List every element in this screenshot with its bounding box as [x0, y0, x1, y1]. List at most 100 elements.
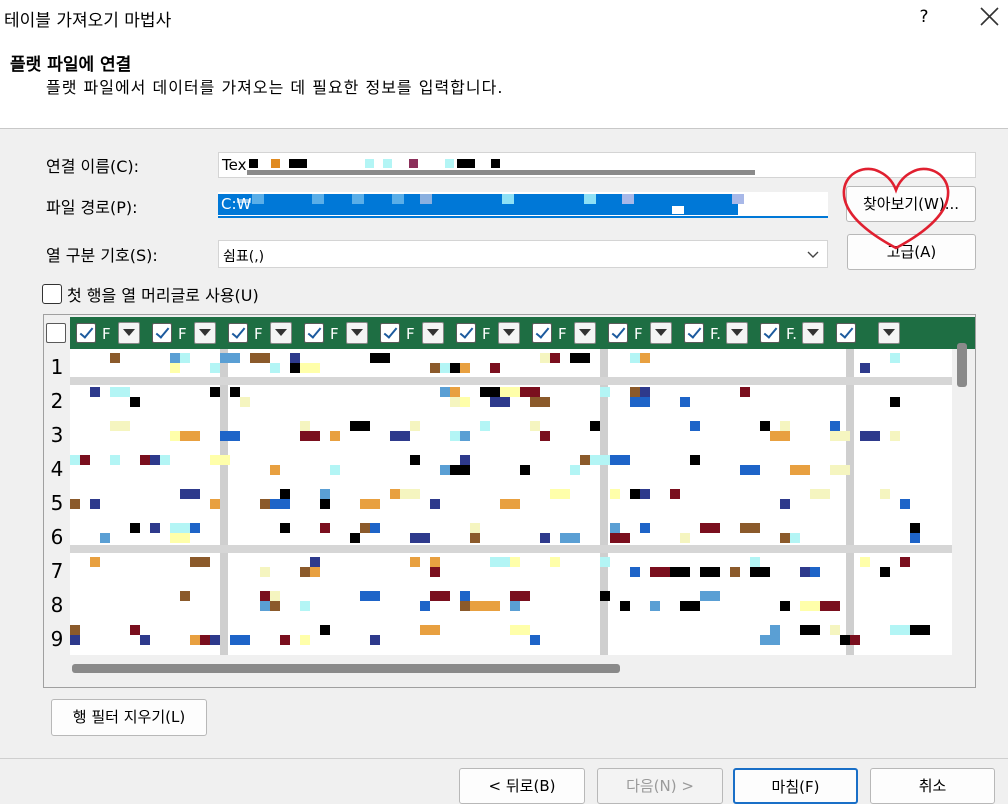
column-header[interactable]: F	[148, 319, 220, 347]
help-button[interactable]: ?	[912, 4, 936, 30]
redacted-cell-pixel	[420, 601, 430, 611]
finish-button[interactable]: 마침(F)	[733, 768, 858, 804]
column-include-checkbox[interactable]	[836, 323, 856, 343]
clear-row-filter-button[interactable]: 행 필터 지우기(L)	[51, 699, 207, 736]
column-header[interactable]: F	[300, 319, 372, 347]
redacted-cell-pixel	[700, 591, 720, 601]
column-filter-dropdown[interactable]	[194, 322, 216, 344]
redacted-cell-pixel	[360, 523, 370, 533]
redacted-cell-pixel	[230, 635, 250, 645]
column-filter-dropdown[interactable]	[650, 322, 672, 344]
vertical-scrollbar[interactable]	[957, 343, 967, 387]
redacted-cell-pixel	[170, 431, 180, 441]
column-header[interactable]	[832, 319, 904, 347]
redacted-cell-pixel	[540, 533, 550, 543]
redacted-cell-pixel	[630, 489, 640, 499]
redacted-cell-pixel	[250, 353, 270, 363]
data-preview-grid[interactable]: F F F F F F F F F. F. 1 2 3 4 5 6 7 8 9	[43, 314, 976, 688]
column-header[interactable]: F	[452, 319, 524, 347]
redacted-cell-pixel	[370, 635, 380, 645]
redacted-cell-pixel	[480, 421, 490, 431]
column-filter-dropdown[interactable]	[422, 322, 444, 344]
column-filter-dropdown[interactable]	[574, 322, 596, 344]
redacted-cell-pixel	[540, 431, 550, 441]
redacted-cell-pixel	[440, 387, 450, 397]
column-include-checkbox[interactable]	[456, 323, 476, 343]
column-include-checkbox[interactable]	[304, 323, 324, 343]
redacted-cell-pixel	[390, 431, 410, 441]
wizard-header: 플랫 파일에 연결 플랫 파일에서 데이터를 가져오는 데 필요한 정보를 입력…	[0, 36, 1008, 129]
redacted-cell-pixel	[890, 397, 900, 407]
redacted-cell-pixel	[900, 499, 910, 509]
column-include-checkbox[interactable]	[76, 323, 96, 343]
column-filter-dropdown[interactable]	[498, 322, 520, 344]
column-filter-dropdown[interactable]	[802, 322, 824, 344]
file-path-input[interactable]: C:₩	[218, 192, 828, 218]
redacted-cell-pixel	[450, 431, 460, 441]
redacted-cell-pixel	[780, 431, 790, 441]
redacted-cell-pixel	[70, 455, 80, 465]
redacted-cell-pixel	[430, 557, 440, 567]
redacted-cell-pixel	[350, 421, 370, 431]
redacted-cell-pixel	[530, 421, 540, 431]
column-include-checkbox[interactable]	[228, 323, 248, 343]
redacted-cell-pixel	[640, 489, 650, 499]
redacted-cell-pixel	[190, 557, 210, 567]
redacted-cell-pixel	[810, 489, 830, 499]
redacted-cell-pixel	[80, 455, 90, 465]
column-include-checkbox[interactable]	[760, 323, 780, 343]
redacted-cell-pixel	[70, 499, 80, 509]
column-include-checkbox[interactable]	[380, 323, 400, 343]
redacted-cell-pixel	[300, 363, 320, 373]
column-header[interactable]: F.	[756, 319, 828, 347]
redacted-cell-pixel	[890, 625, 910, 635]
column-include-checkbox[interactable]	[152, 323, 172, 343]
column-header[interactable]: F	[224, 319, 296, 347]
redacted-cell-pixel	[450, 465, 470, 475]
redacted-cell-pixel	[280, 635, 290, 645]
redacted-cell-pixel	[800, 625, 820, 635]
redacted-cell-pixel	[840, 635, 850, 645]
next-button[interactable]: 다음(N) >	[597, 768, 723, 804]
back-button[interactable]: < 뒤로(B)	[459, 768, 585, 804]
redacted-cell-pixel	[530, 635, 540, 645]
redacted-cell-pixel	[470, 523, 480, 533]
redacted-cell-pixel	[500, 387, 520, 397]
column-include-checkbox[interactable]	[608, 323, 628, 343]
redacted-cell-pixel	[590, 421, 600, 431]
select-all-checkbox[interactable]	[46, 323, 66, 343]
redacted-cell-pixel	[230, 387, 240, 397]
redacted-cell-pixel	[880, 489, 890, 499]
column-filter-dropdown[interactable]	[118, 322, 140, 344]
column-header[interactable]: F	[72, 319, 144, 347]
column-header[interactable]: F	[376, 319, 448, 347]
column-filter-dropdown[interactable]	[346, 322, 368, 344]
column-header[interactable]: F	[528, 319, 600, 347]
redacted-cell-pixel	[130, 397, 140, 407]
redacted-cell-pixel	[460, 363, 470, 373]
redacted-cell-pixel	[830, 421, 840, 431]
redacted-cell-pixel	[810, 567, 820, 577]
redacted-cell-pixel	[650, 601, 660, 611]
column-filter-dropdown[interactable]	[878, 322, 900, 344]
column-include-checkbox[interactable]	[532, 323, 552, 343]
redacted-cell-pixel	[480, 601, 500, 611]
close-button[interactable]	[972, 2, 1006, 32]
redacted-cell-pixel	[430, 499, 440, 509]
redacted-cell-pixel	[780, 499, 790, 509]
column-filter-dropdown[interactable]	[270, 322, 292, 344]
redacted-connection-name	[247, 153, 755, 177]
column-header[interactable]: F	[604, 319, 676, 347]
redacted-cell-pixel	[260, 591, 270, 601]
column-include-checkbox[interactable]	[684, 323, 704, 343]
horizontal-scrollbar[interactable]	[72, 664, 620, 673]
cancel-button[interactable]: 취소	[870, 768, 995, 804]
first-row-header-checkbox[interactable]	[42, 284, 62, 304]
column-header[interactable]: F.	[680, 319, 752, 347]
redacted-cell-pixel	[540, 353, 550, 363]
redacted-cell-pixel	[570, 353, 590, 363]
delimiter-select[interactable]: 쉼표(,)	[218, 240, 828, 268]
redacted-file-path	[252, 194, 744, 215]
column-filter-dropdown[interactable]	[726, 322, 748, 344]
step-title: 플랫 파일에 연결	[10, 55, 132, 75]
